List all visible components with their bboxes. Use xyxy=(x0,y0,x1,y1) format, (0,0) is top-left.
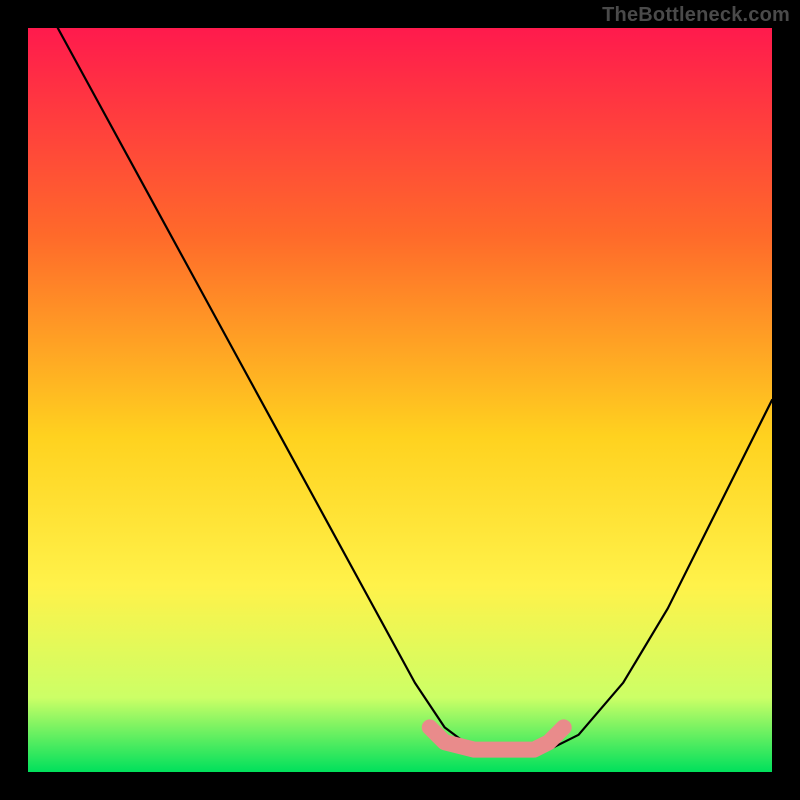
plot-area xyxy=(28,28,772,772)
chart-frame: TheBottleneck.com xyxy=(0,0,800,800)
chart-svg xyxy=(28,28,772,772)
watermark-text: TheBottleneck.com xyxy=(602,4,790,27)
gradient-background xyxy=(28,28,772,772)
